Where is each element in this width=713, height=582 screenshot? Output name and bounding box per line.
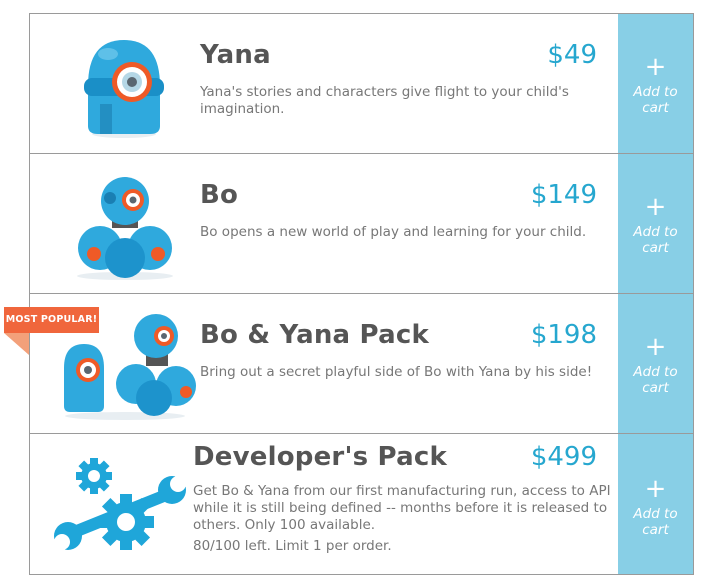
- product-description: Yana's stories and characters give fligh…: [200, 84, 569, 117]
- product-description: Get Bo & Yana from our first manufacturi…: [193, 483, 611, 533]
- product-card-yana: Yana $49 Yana's stories and characters g…: [29, 13, 694, 153]
- add-to-cart-button[interactable]: + Add to cart: [618, 434, 693, 574]
- product-name: Bo & Yana Pack: [200, 320, 429, 350]
- add-to-cart-label: Add to cart: [633, 224, 678, 256]
- yana-robot-image: [84, 40, 164, 138]
- product-name: Yana: [200, 40, 271, 70]
- plus-icon: +: [644, 332, 667, 362]
- add-to-cart-button[interactable]: + Add to cart: [618, 14, 693, 153]
- product-list: Yana $49 Yana's stories and characters g…: [29, 13, 694, 575]
- product-card-bo-yana-pack: Bo & Yana Pack $198 Bring out a secret p…: [29, 293, 694, 433]
- plus-icon: +: [644, 474, 667, 504]
- add-to-cart-label: Add to cart: [633, 84, 678, 116]
- plus-icon: +: [644, 52, 667, 82]
- add-to-cart-button[interactable]: + Add to cart: [618, 294, 693, 433]
- product-description: Bo opens a new world of play and learnin…: [200, 224, 587, 240]
- bo-robot-image: [77, 177, 173, 280]
- product-price: $49: [547, 40, 597, 70]
- product-name: Bo: [200, 180, 239, 210]
- add-to-cart-label: Add to cart: [633, 364, 678, 396]
- plus-icon: +: [644, 192, 667, 222]
- badge-ribbon-fold: [4, 333, 29, 355]
- product-card-bo: Bo $149 Bo opens a new world of play and…: [29, 153, 694, 293]
- most-popular-badge: MOST POPULAR!: [4, 307, 99, 333]
- product-description: Bring out a secret playful side of Bo wi…: [200, 364, 593, 380]
- add-to-cart-label: Add to cart: [633, 506, 678, 538]
- product-card-developers-pack: Developer's Pack $499 Get Bo & Yana from…: [29, 433, 694, 575]
- add-to-cart-button[interactable]: + Add to cart: [618, 154, 693, 293]
- stock-limit-text: 80/100 left. Limit 1 per order.: [193, 538, 392, 554]
- wrench-gears-icon: [54, 458, 186, 550]
- product-price: $198: [530, 320, 597, 350]
- product-price: $499: [530, 442, 597, 472]
- product-price: $149: [530, 180, 597, 210]
- product-name: Developer's Pack: [193, 442, 447, 472]
